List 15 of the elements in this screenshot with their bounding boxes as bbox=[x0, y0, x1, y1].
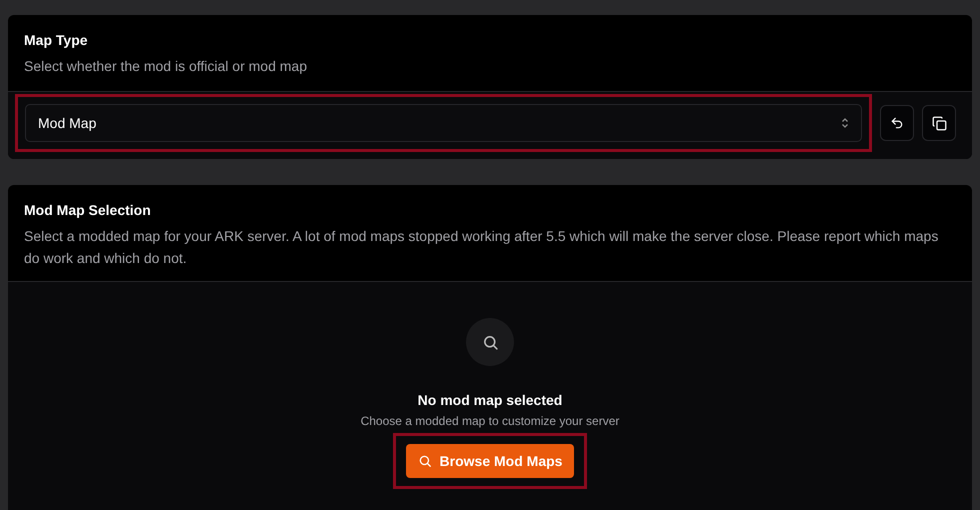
search-icon bbox=[418, 454, 432, 468]
section-title: Map Type bbox=[24, 32, 89, 48]
reset-button[interactable] bbox=[880, 105, 914, 141]
browse-mod-maps-button[interactable]: Browse Mod Maps bbox=[406, 444, 574, 478]
empty-state-title: No mod map selected bbox=[418, 392, 562, 408]
section-description: Select a modded map for your ARK server. A lot of mod maps stopped working after 5.5 which will make the server close. Please report which maps do work and which do not. bbox=[24, 227, 940, 268]
section-title: Mod Map Selection bbox=[24, 202, 152, 218]
copy-icon bbox=[932, 116, 946, 130]
undo-icon bbox=[890, 116, 904, 130]
search-icon bbox=[482, 334, 498, 350]
empty-state-subtitle: Choose a modded map to customize your server bbox=[360, 414, 620, 428]
section-description: Select whether the mod is official or mod map bbox=[24, 57, 308, 76]
map-type-select[interactable]: Mod Map bbox=[25, 104, 862, 142]
copy-button[interactable] bbox=[922, 105, 956, 141]
chevron-updown-icon bbox=[841, 117, 849, 129]
